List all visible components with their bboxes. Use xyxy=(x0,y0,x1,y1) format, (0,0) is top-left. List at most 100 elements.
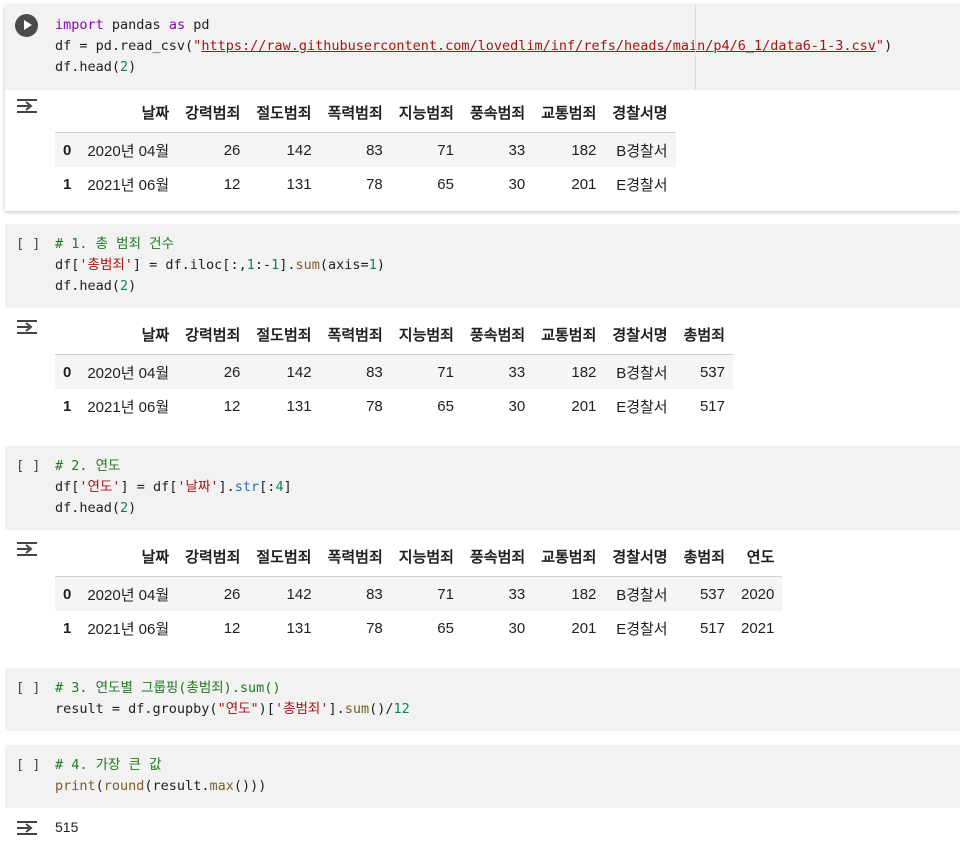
code-line[interactable]: # 3. 연도별 그룹핑(총범죄).sum() xyxy=(55,678,410,699)
cell-1[interactable]: import pandas as pd df = pd.read_csv("htt… xyxy=(5,5,960,211)
code-lines[interactable]: # 3. 연도별 그룹핑(총범죄).sum() result = df.group… xyxy=(55,678,410,720)
code-editor[interactable]: [ ] # 4. 가장 큰 값 print(round(result.max())… xyxy=(5,745,960,808)
code-line[interactable]: df.head(2) xyxy=(55,57,892,78)
run-cell-icon[interactable] xyxy=(15,14,38,37)
table-cell: 83 xyxy=(366,585,383,603)
column-header: 풍속범죄 xyxy=(461,315,534,355)
cell-2[interactable]: [ ] # 1. 총 범죄 건수 df['총범죄'] = df.iloc[:,1:… xyxy=(5,224,960,424)
column-header: 지능범죄 xyxy=(390,93,462,133)
code-token: ] = df.iloc[:, xyxy=(132,257,247,273)
output-toggle-icon[interactable] xyxy=(15,97,39,115)
code-token: :- xyxy=(254,257,272,273)
table-cell: 26 xyxy=(223,363,241,381)
cell-4[interactable]: [ ] # 3. 연도별 그룹핑(총범죄).sum() result = df.g… xyxy=(5,668,960,732)
code-token: "연도" xyxy=(217,701,259,717)
column-header: 강력범죄 xyxy=(177,537,249,577)
code-token: '날짜' xyxy=(177,479,219,495)
index-header xyxy=(55,93,80,133)
row-index: 0 xyxy=(63,141,72,159)
code-editor[interactable]: [ ] # 1. 총 범죄 건수 df['총범죄'] = df.iloc[:,1:… xyxy=(5,224,960,308)
code-token: ())) xyxy=(233,778,267,794)
code-lines[interactable]: import pandas as pd df = pd.read_csv("htt… xyxy=(55,15,892,78)
code-editor[interactable]: [ ] # 2. 연도 df['연도'] = df['날짜'].str[:4] df… xyxy=(5,446,960,530)
table-cell: 65 xyxy=(437,175,454,193)
code-token: [: xyxy=(259,479,276,495)
code-line[interactable]: import pandas as pd xyxy=(55,15,892,36)
code-line[interactable]: df = pd.read_csv("https://raw.githubuser… xyxy=(55,36,892,57)
print-output: 515 xyxy=(55,819,79,835)
row-index: 1 xyxy=(63,397,72,415)
output-toggle-icon[interactable] xyxy=(15,318,39,336)
table-cell: 2020년 04월 xyxy=(87,364,170,382)
code-token: ) xyxy=(128,278,137,294)
code-token: " xyxy=(875,38,885,54)
table-cell: 517 xyxy=(699,619,725,637)
code-token: ) xyxy=(128,59,137,75)
code-token: 12 xyxy=(393,701,410,717)
column-header: 절도범죄 xyxy=(248,93,320,133)
table-row: 0 2020년 04월 26 142 83 71 33 182 B경찰서 537 2020 xyxy=(55,576,783,611)
code-line[interactable]: # 4. 가장 큰 값 xyxy=(55,755,266,776)
table-row: 1 2021년 06월 12 131 78 65 30 201 E경찰서 517 2021 xyxy=(55,611,782,645)
code-line[interactable]: # 2. 연도 xyxy=(55,456,292,477)
table-cell: 26 xyxy=(223,141,241,159)
code-token: str xyxy=(234,479,260,495)
column-header: 강력범죄 xyxy=(177,93,249,133)
code-line[interactable]: df.head(2) xyxy=(55,276,385,297)
column-header: 총범죄 xyxy=(675,537,733,577)
table-cell: E경찰서 xyxy=(616,176,668,194)
code-line[interactable]: df['총범죄'] = df.iloc[:,1:-1].sum(axis=1) xyxy=(55,255,385,276)
table-cell: 33 xyxy=(508,363,526,381)
code-line[interactable]: print(round(result.max())) xyxy=(55,776,266,797)
output-toggle-icon[interactable] xyxy=(15,540,39,558)
index-header xyxy=(55,537,80,577)
table-cell: 2021년 06월 xyxy=(87,620,170,638)
code-line[interactable]: result = df.groupby("연도")['총범죄'].sum()/1… xyxy=(55,699,410,720)
code-token: max xyxy=(209,778,234,794)
code-lines[interactable]: # 1. 총 범죄 건수 df['총범죄'] = df.iloc[:,1:-1].… xyxy=(55,234,385,297)
code-token: ) xyxy=(884,38,893,54)
code-token: df.head( xyxy=(55,59,121,75)
code-token: 2 xyxy=(120,278,129,294)
execution-count-bracket[interactable]: [ ] xyxy=(16,755,40,776)
table-cell: 182 xyxy=(571,585,597,603)
code-line[interactable]: df['연도'] = df['날짜'].str[:4] xyxy=(55,477,292,498)
code-token: ( xyxy=(95,778,104,794)
code-editor[interactable]: [ ] # 3. 연도별 그룹핑(총범죄).sum() result = df.g… xyxy=(5,668,960,731)
column-header: 절도범죄 xyxy=(248,537,320,577)
table-cell: 2020 xyxy=(741,585,775,603)
table-cell: 83 xyxy=(366,363,383,381)
column-header: 총범죄 xyxy=(675,315,733,355)
code-lines[interactable]: # 2. 연도 df['연도'] = df['날짜'].str[:4] df.hea… xyxy=(55,456,292,519)
code-token: '연도' xyxy=(79,479,121,495)
column-header: 지능범죄 xyxy=(390,315,462,355)
table-cell: 65 xyxy=(437,397,454,415)
execution-count-bracket[interactable]: [ ] xyxy=(16,456,40,477)
table-cell: 131 xyxy=(286,619,312,637)
code-lines[interactable]: # 4. 가장 큰 값 print(round(result.max())) xyxy=(55,755,266,797)
code-editor[interactable]: import pandas as pd df = pd.read_csv("htt… xyxy=(5,5,960,90)
table-cell: 83 xyxy=(366,141,383,159)
column-header: 날짜 xyxy=(79,93,178,133)
code-token: sum xyxy=(295,257,320,273)
code-line[interactable]: # 1. 총 범죄 건수 xyxy=(55,234,385,255)
code-token: df.head( xyxy=(55,500,121,516)
output-toggle-icon[interactable] xyxy=(15,819,39,837)
cell-3[interactable]: [ ] # 2. 연도 df['연도'] = df['날짜'].str[:4] df… xyxy=(5,446,960,646)
code-token: ]. xyxy=(218,479,235,495)
column-header: 날짜 xyxy=(79,315,178,355)
table-cell: 26 xyxy=(223,585,241,603)
row-index: 0 xyxy=(63,585,72,603)
code-token: 1 xyxy=(246,257,255,273)
execution-count-bracket[interactable]: [ ] xyxy=(16,234,40,255)
code-token: ) xyxy=(376,257,385,273)
column-header: 폭력범죄 xyxy=(319,537,391,577)
table-header-row: 날짜 강력범죄 절도범죄 폭력범죄 지능범죄 풍속범죄 교통범죄 경찰서명 xyxy=(55,93,676,133)
code-line[interactable]: df.head(2) xyxy=(55,498,292,519)
cell-5[interactable]: [ ] # 4. 가장 큰 값 print(round(result.max())… xyxy=(5,745,960,845)
csv-url-link[interactable]: https://raw.githubusercontent.com/lovedl… xyxy=(201,38,876,54)
table-cell: 65 xyxy=(437,619,454,637)
table-header-row: 날짜 강력범죄 절도범죄 폭력범죄 지능범죄 풍속범죄 교통범죄 경찰서명 총범죄 연도 xyxy=(55,537,783,577)
column-header: 강력범죄 xyxy=(177,315,249,355)
execution-count-bracket[interactable]: [ ] xyxy=(16,678,40,699)
